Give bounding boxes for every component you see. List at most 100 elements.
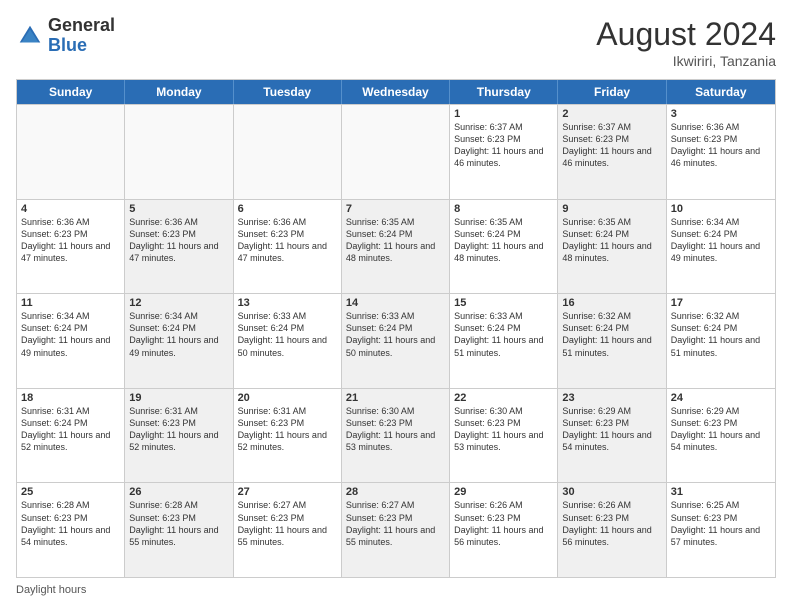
day-cell-14: 14Sunrise: 6:33 AM Sunset: 6:24 PM Dayli… [342,294,450,388]
day-cell-22: 22Sunrise: 6:30 AM Sunset: 6:23 PM Dayli… [450,389,558,483]
day-info: Sunrise: 6:29 AM Sunset: 6:23 PM Dayligh… [671,405,771,454]
day-info: Sunrise: 6:36 AM Sunset: 6:23 PM Dayligh… [238,216,337,265]
day-cell-24: 24Sunrise: 6:29 AM Sunset: 6:23 PM Dayli… [667,389,775,483]
day-cell-21: 21Sunrise: 6:30 AM Sunset: 6:23 PM Dayli… [342,389,450,483]
day-cell-15: 15Sunrise: 6:33 AM Sunset: 6:24 PM Dayli… [450,294,558,388]
day-info: Sunrise: 6:36 AM Sunset: 6:23 PM Dayligh… [671,121,771,170]
calendar-row-2: 4 Sunrise: 6:36 AM Sunset: 6:23 PM Daylig… [17,199,775,294]
location-subtitle: Ikwiriri, Tanzania [596,53,776,69]
empty-cell [125,105,233,199]
day-number: 10 [671,203,771,215]
day-number: 28 [346,486,445,498]
day-number: 14 [346,297,445,309]
day-cell-17: 17Sunrise: 6:32 AM Sunset: 6:24 PM Dayli… [667,294,775,388]
day-info: Sunrise: 6:26 AM Sunset: 6:23 PM Dayligh… [454,499,553,548]
empty-cell [234,105,342,199]
day-info: Sunrise: 6:31 AM Sunset: 6:23 PM Dayligh… [238,405,337,454]
day-cell-4: 4Sunrise: 6:36 AM Sunset: 6:23 PM Daylig… [17,200,125,294]
calendar-header: SundayMondayTuesdayWednesdayThursdayFrid… [17,80,775,104]
day-number: 30 [562,486,661,498]
weekday-header-wednesday: Wednesday [342,80,450,104]
day-info: Sunrise: 6:34 AM Sunset: 6:24 PM Dayligh… [671,216,771,265]
day-number: 25 [21,486,120,498]
day-number: 1 [454,108,553,120]
day-number: 15 [454,297,553,309]
day-info: Sunrise: 6:33 AM Sunset: 6:24 PM Dayligh… [238,310,337,359]
weekday-header-tuesday: Tuesday [234,80,342,104]
day-cell-11: 11Sunrise: 6:34 AM Sunset: 6:24 PM Dayli… [17,294,125,388]
day-cell-2: 2Sunrise: 6:37 AM Sunset: 6:23 PM Daylig… [558,105,666,199]
day-info: Sunrise: 6:30 AM Sunset: 6:23 PM Dayligh… [454,405,553,454]
day-number: 3 [671,108,771,120]
footer-text: Daylight hours [16,584,86,596]
day-info: Sunrise: 6:35 AM Sunset: 6:24 PM Dayligh… [454,216,553,265]
day-info: Sunrise: 6:32 AM Sunset: 6:24 PM Dayligh… [562,310,661,359]
day-cell-9: 9Sunrise: 6:35 AM Sunset: 6:24 PM Daylig… [558,200,666,294]
day-cell-29: 29Sunrise: 6:26 AM Sunset: 6:23 PM Dayli… [450,483,558,577]
weekday-header-monday: Monday [125,80,233,104]
empty-cell [17,105,125,199]
day-number: 13 [238,297,337,309]
day-cell-30: 30Sunrise: 6:26 AM Sunset: 6:23 PM Dayli… [558,483,666,577]
day-info: Sunrise: 6:27 AM Sunset: 6:23 PM Dayligh… [346,499,445,548]
day-info: Sunrise: 6:33 AM Sunset: 6:24 PM Dayligh… [454,310,553,359]
day-number: 7 [346,203,445,215]
day-info: Sunrise: 6:29 AM Sunset: 6:23 PM Dayligh… [562,405,661,454]
day-cell-27: 27Sunrise: 6:27 AM Sunset: 6:23 PM Dayli… [234,483,342,577]
day-number: 9 [562,203,661,215]
day-info: Sunrise: 6:35 AM Sunset: 6:24 PM Dayligh… [562,216,661,265]
day-cell-16: 16Sunrise: 6:32 AM Sunset: 6:24 PM Dayli… [558,294,666,388]
day-number: 12 [129,297,228,309]
day-number: 5 [129,203,228,215]
day-info: Sunrise: 6:37 AM Sunset: 6:23 PM Dayligh… [562,121,661,170]
calendar-row-3: 11Sunrise: 6:34 AM Sunset: 6:24 PM Dayli… [17,293,775,388]
day-cell-20: 20Sunrise: 6:31 AM Sunset: 6:23 PM Dayli… [234,389,342,483]
day-info: Sunrise: 6:33 AM Sunset: 6:24 PM Dayligh… [346,310,445,359]
day-info: Sunrise: 6:30 AM Sunset: 6:23 PM Dayligh… [346,405,445,454]
day-cell-3: 3Sunrise: 6:36 AM Sunset: 6:23 PM Daylig… [667,105,775,199]
day-info: Sunrise: 6:25 AM Sunset: 6:23 PM Dayligh… [671,499,771,548]
day-info: Sunrise: 6:32 AM Sunset: 6:24 PM Dayligh… [671,310,771,359]
day-info: Sunrise: 6:35 AM Sunset: 6:24 PM Dayligh… [346,216,445,265]
day-info: Sunrise: 6:31 AM Sunset: 6:24 PM Dayligh… [21,405,120,454]
day-cell-23: 23Sunrise: 6:29 AM Sunset: 6:23 PM Dayli… [558,389,666,483]
title-block: August 2024 Ikwiriri, Tanzania [596,16,776,69]
day-number: 11 [21,297,120,309]
day-cell-19: 19Sunrise: 6:31 AM Sunset: 6:23 PM Dayli… [125,389,233,483]
calendar: SundayMondayTuesdayWednesdayThursdayFrid… [16,79,776,578]
day-cell-28: 28Sunrise: 6:27 AM Sunset: 6:23 PM Dayli… [342,483,450,577]
month-title: August 2024 [596,16,776,53]
day-number: 22 [454,392,553,404]
footer: Daylight hours [16,584,776,596]
day-number: 18 [21,392,120,404]
day-cell-18: 18Sunrise: 6:31 AM Sunset: 6:24 PM Dayli… [17,389,125,483]
day-info: Sunrise: 6:28 AM Sunset: 6:23 PM Dayligh… [21,499,120,548]
day-number: 4 [21,203,120,215]
weekday-header-sunday: Sunday [17,80,125,104]
day-number: 26 [129,486,228,498]
logo-text: General Blue [48,16,115,56]
day-info: Sunrise: 6:26 AM Sunset: 6:23 PM Dayligh… [562,499,661,548]
day-number: 20 [238,392,337,404]
day-number: 23 [562,392,661,404]
day-cell-8: 8Sunrise: 6:35 AM Sunset: 6:24 PM Daylig… [450,200,558,294]
day-number: 6 [238,203,337,215]
empty-cell [342,105,450,199]
day-cell-10: 10Sunrise: 6:34 AM Sunset: 6:24 PM Dayli… [667,200,775,294]
day-number: 17 [671,297,771,309]
day-info: Sunrise: 6:28 AM Sunset: 6:23 PM Dayligh… [129,499,228,548]
day-number: 31 [671,486,771,498]
page: General Blue August 2024 Ikwiriri, Tanza… [0,0,792,612]
day-number: 24 [671,392,771,404]
day-number: 21 [346,392,445,404]
day-info: Sunrise: 6:37 AM Sunset: 6:23 PM Dayligh… [454,121,553,170]
day-number: 19 [129,392,228,404]
day-number: 2 [562,108,661,120]
day-number: 29 [454,486,553,498]
calendar-row-1: 1Sunrise: 6:37 AM Sunset: 6:23 PM Daylig… [17,104,775,199]
day-cell-25: 25Sunrise: 6:28 AM Sunset: 6:23 PM Dayli… [17,483,125,577]
day-number: 8 [454,203,553,215]
calendar-body: 1Sunrise: 6:37 AM Sunset: 6:23 PM Daylig… [17,104,775,577]
day-cell-13: 13Sunrise: 6:33 AM Sunset: 6:24 PM Dayli… [234,294,342,388]
weekday-header-thursday: Thursday [450,80,558,104]
